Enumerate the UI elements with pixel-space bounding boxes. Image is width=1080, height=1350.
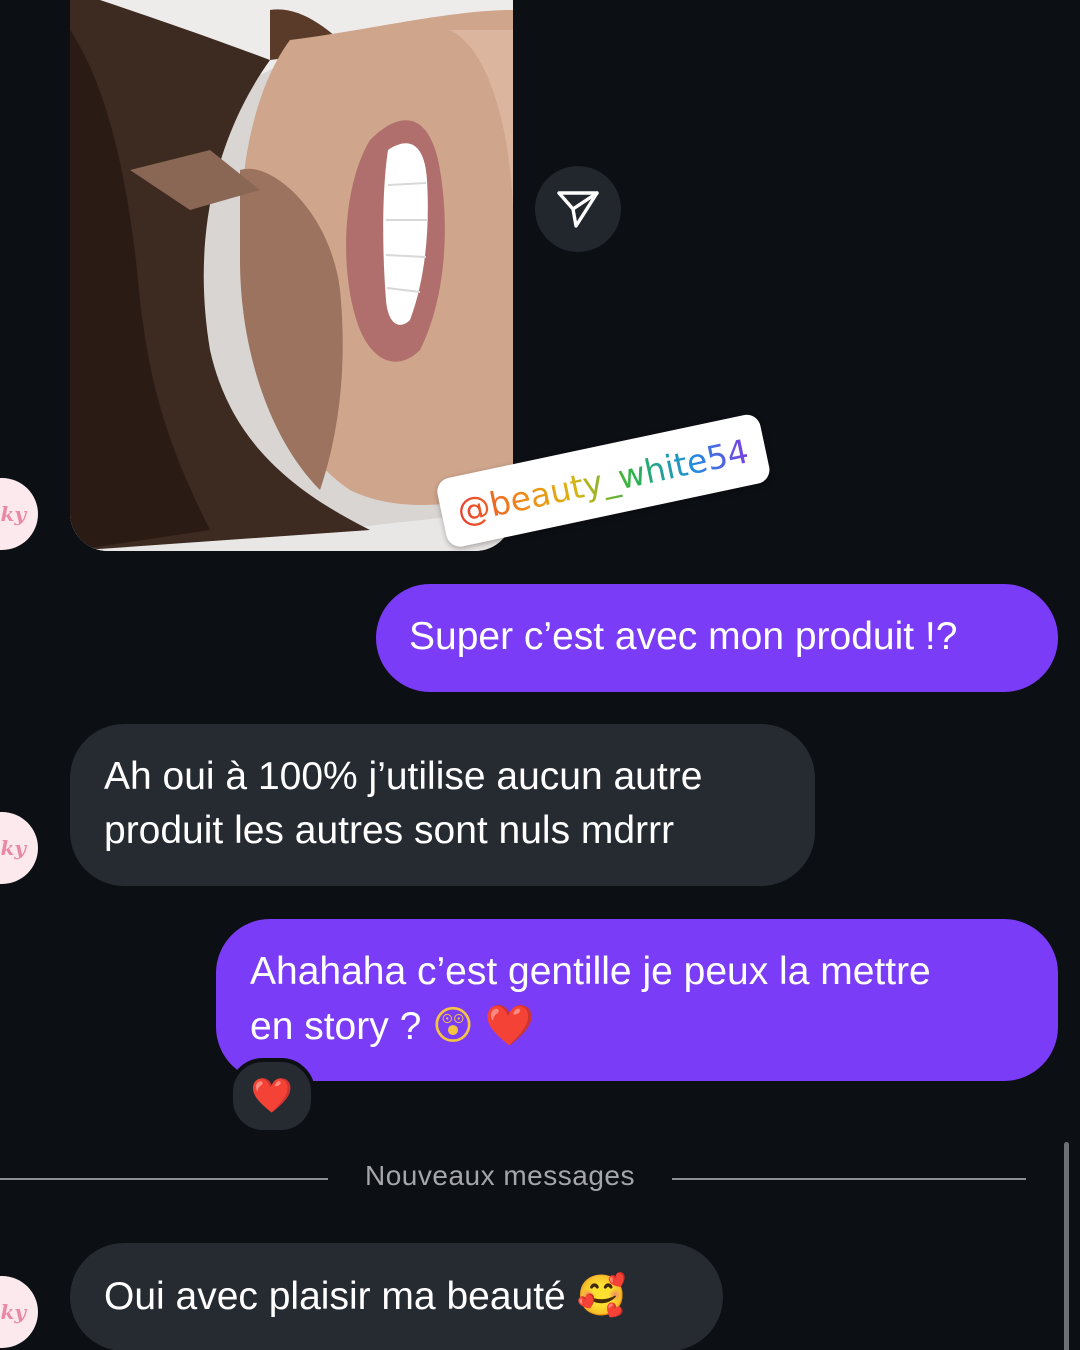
message-text-line: Ah oui à 100% j’utilise aucun autre <box>104 755 703 798</box>
avatar-logo-text: ky <box>0 836 26 860</box>
smiling-face-with-hearts-icon: 🥰 <box>576 1273 627 1319</box>
message-text: Super c’est avec mon produit !? <box>409 615 958 658</box>
avatar-logo-text: ky <box>0 502 26 526</box>
photo-illustration <box>70 0 513 551</box>
share-button[interactable] <box>535 166 621 252</box>
divider-line-right <box>672 1178 1026 1180</box>
message-text: Oui avec plaisir ma beauté <box>104 1275 566 1318</box>
scrollbar[interactable] <box>1064 1142 1069 1350</box>
message-text-line: Ahahaha c’est gentille je peux la mettre <box>250 950 931 993</box>
dm-conversation: @beauty_white54 ky ky ky Super c’est ave… <box>0 0 1080 1350</box>
sender-avatar[interactable]: ky <box>0 1276 38 1348</box>
divider-line-left <box>0 1178 328 1180</box>
paper-plane-icon <box>557 191 599 228</box>
new-messages-divider: Nouveaux messages <box>365 1160 635 1191</box>
astonished-face-icon: 😲 <box>432 1003 474 1049</box>
outgoing-message-bubble[interactable]: Super c’est avec mon produit !? <box>376 584 1058 692</box>
red-heart-icon: ❤️ <box>484 1003 535 1049</box>
message-text-line: en story ? 😲 ❤️ <box>250 999 1058 1054</box>
heart-reaction-badge[interactable]: ❤️ <box>229 1058 315 1134</box>
avatar-logo-text: ky <box>0 1300 26 1324</box>
incoming-message-bubble[interactable]: Ah oui à 100% j’utilise aucun autre prod… <box>70 724 815 886</box>
sender-avatar[interactable]: ky <box>0 478 38 550</box>
message-text: en story ? <box>250 1005 422 1048</box>
heart-icon: ❤️ <box>250 1076 294 1116</box>
outgoing-message-bubble[interactable]: Ahahaha c’est gentille je peux la mettre… <box>216 919 1058 1081</box>
incoming-message-bubble[interactable]: Oui avec plaisir ma beauté 🥰 <box>70 1243 723 1350</box>
message-text-line: produit les autres sont nuls mdrrr <box>104 809 675 852</box>
sender-avatar[interactable]: ky <box>0 812 38 884</box>
shared-photo[interactable] <box>70 0 513 551</box>
